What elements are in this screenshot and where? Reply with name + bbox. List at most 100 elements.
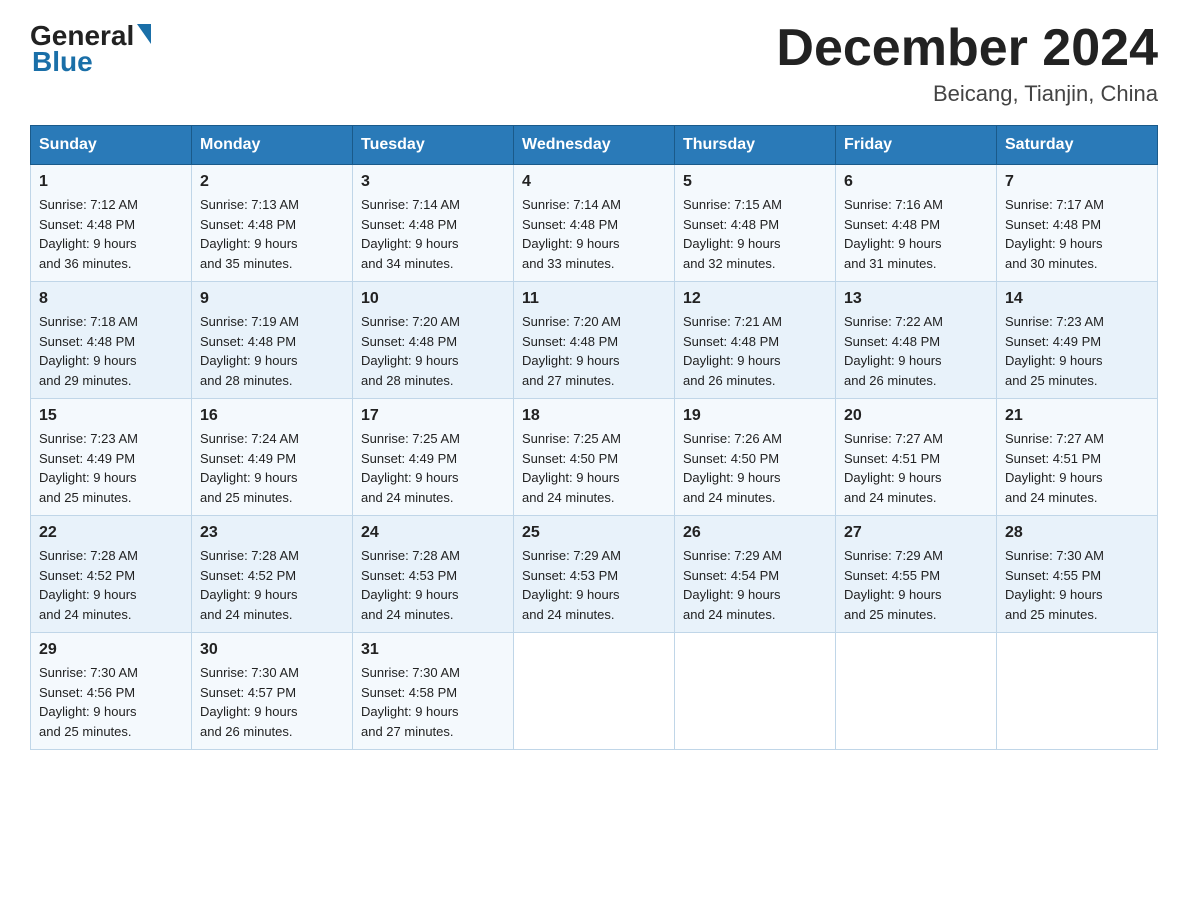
day-number: 7 <box>1005 173 1149 191</box>
day-number: 17 <box>361 407 505 425</box>
day-info: Sunrise: 7:27 AM Sunset: 4:51 PM Dayligh… <box>844 429 988 507</box>
day-cell: 29 Sunrise: 7:30 AM Sunset: 4:56 PM Dayl… <box>31 633 192 750</box>
calendar-table: SundayMondayTuesdayWednesdayThursdayFrid… <box>30 125 1158 750</box>
day-cell: 30 Sunrise: 7:30 AM Sunset: 4:57 PM Dayl… <box>192 633 353 750</box>
calendar-header: SundayMondayTuesdayWednesdayThursdayFrid… <box>31 126 1158 165</box>
day-info: Sunrise: 7:24 AM Sunset: 4:49 PM Dayligh… <box>200 429 344 507</box>
day-cell: 2 Sunrise: 7:13 AM Sunset: 4:48 PM Dayli… <box>192 165 353 282</box>
day-number: 6 <box>844 173 988 191</box>
day-cell <box>514 633 675 750</box>
day-info: Sunrise: 7:12 AM Sunset: 4:48 PM Dayligh… <box>39 195 183 273</box>
day-cell: 25 Sunrise: 7:29 AM Sunset: 4:53 PM Dayl… <box>514 516 675 633</box>
day-number: 14 <box>1005 290 1149 308</box>
day-cell <box>997 633 1158 750</box>
header-cell-sunday: Sunday <box>31 126 192 165</box>
day-number: 28 <box>1005 524 1149 542</box>
day-cell: 22 Sunrise: 7:28 AM Sunset: 4:52 PM Dayl… <box>31 516 192 633</box>
day-number: 4 <box>522 173 666 191</box>
day-number: 11 <box>522 290 666 308</box>
day-number: 27 <box>844 524 988 542</box>
day-cell: 15 Sunrise: 7:23 AM Sunset: 4:49 PM Dayl… <box>31 399 192 516</box>
day-info: Sunrise: 7:18 AM Sunset: 4:48 PM Dayligh… <box>39 312 183 390</box>
day-info: Sunrise: 7:25 AM Sunset: 4:49 PM Dayligh… <box>361 429 505 507</box>
day-info: Sunrise: 7:20 AM Sunset: 4:48 PM Dayligh… <box>361 312 505 390</box>
logo-blue-text: Blue <box>32 46 93 78</box>
day-cell: 24 Sunrise: 7:28 AM Sunset: 4:53 PM Dayl… <box>353 516 514 633</box>
week-row-5: 29 Sunrise: 7:30 AM Sunset: 4:56 PM Dayl… <box>31 633 1158 750</box>
day-cell: 27 Sunrise: 7:29 AM Sunset: 4:55 PM Dayl… <box>836 516 997 633</box>
day-cell: 1 Sunrise: 7:12 AM Sunset: 4:48 PM Dayli… <box>31 165 192 282</box>
day-info: Sunrise: 7:30 AM Sunset: 4:57 PM Dayligh… <box>200 663 344 741</box>
day-cell: 19 Sunrise: 7:26 AM Sunset: 4:50 PM Dayl… <box>675 399 836 516</box>
day-number: 2 <box>200 173 344 191</box>
day-number: 16 <box>200 407 344 425</box>
day-info: Sunrise: 7:28 AM Sunset: 4:52 PM Dayligh… <box>200 546 344 624</box>
day-number: 21 <box>1005 407 1149 425</box>
day-cell: 5 Sunrise: 7:15 AM Sunset: 4:48 PM Dayli… <box>675 165 836 282</box>
day-number: 10 <box>361 290 505 308</box>
logo: General Blue <box>30 20 151 78</box>
day-number: 5 <box>683 173 827 191</box>
header-cell-thursday: Thursday <box>675 126 836 165</box>
day-cell: 9 Sunrise: 7:19 AM Sunset: 4:48 PM Dayli… <box>192 282 353 399</box>
week-row-1: 1 Sunrise: 7:12 AM Sunset: 4:48 PM Dayli… <box>31 165 1158 282</box>
day-info: Sunrise: 7:23 AM Sunset: 4:49 PM Dayligh… <box>1005 312 1149 390</box>
day-cell: 14 Sunrise: 7:23 AM Sunset: 4:49 PM Dayl… <box>997 282 1158 399</box>
day-cell <box>675 633 836 750</box>
day-cell: 13 Sunrise: 7:22 AM Sunset: 4:48 PM Dayl… <box>836 282 997 399</box>
day-info: Sunrise: 7:30 AM Sunset: 4:56 PM Dayligh… <box>39 663 183 741</box>
month-title: December 2024 <box>776 20 1158 77</box>
day-cell: 23 Sunrise: 7:28 AM Sunset: 4:52 PM Dayl… <box>192 516 353 633</box>
week-row-2: 8 Sunrise: 7:18 AM Sunset: 4:48 PM Dayli… <box>31 282 1158 399</box>
day-number: 8 <box>39 290 183 308</box>
day-cell: 8 Sunrise: 7:18 AM Sunset: 4:48 PM Dayli… <box>31 282 192 399</box>
header-cell-monday: Monday <box>192 126 353 165</box>
day-cell: 17 Sunrise: 7:25 AM Sunset: 4:49 PM Dayl… <box>353 399 514 516</box>
day-info: Sunrise: 7:23 AM Sunset: 4:49 PM Dayligh… <box>39 429 183 507</box>
day-number: 19 <box>683 407 827 425</box>
day-info: Sunrise: 7:14 AM Sunset: 4:48 PM Dayligh… <box>361 195 505 273</box>
day-info: Sunrise: 7:29 AM Sunset: 4:54 PM Dayligh… <box>683 546 827 624</box>
day-info: Sunrise: 7:15 AM Sunset: 4:48 PM Dayligh… <box>683 195 827 273</box>
week-row-3: 15 Sunrise: 7:23 AM Sunset: 4:49 PM Dayl… <box>31 399 1158 516</box>
week-row-4: 22 Sunrise: 7:28 AM Sunset: 4:52 PM Dayl… <box>31 516 1158 633</box>
header-cell-wednesday: Wednesday <box>514 126 675 165</box>
day-number: 13 <box>844 290 988 308</box>
day-number: 25 <box>522 524 666 542</box>
day-cell: 20 Sunrise: 7:27 AM Sunset: 4:51 PM Dayl… <box>836 399 997 516</box>
day-number: 29 <box>39 641 183 659</box>
day-info: Sunrise: 7:13 AM Sunset: 4:48 PM Dayligh… <box>200 195 344 273</box>
header-cell-tuesday: Tuesday <box>353 126 514 165</box>
day-cell: 12 Sunrise: 7:21 AM Sunset: 4:48 PM Dayl… <box>675 282 836 399</box>
day-info: Sunrise: 7:28 AM Sunset: 4:52 PM Dayligh… <box>39 546 183 624</box>
day-info: Sunrise: 7:17 AM Sunset: 4:48 PM Dayligh… <box>1005 195 1149 273</box>
day-cell: 7 Sunrise: 7:17 AM Sunset: 4:48 PM Dayli… <box>997 165 1158 282</box>
day-info: Sunrise: 7:27 AM Sunset: 4:51 PM Dayligh… <box>1005 429 1149 507</box>
day-info: Sunrise: 7:26 AM Sunset: 4:50 PM Dayligh… <box>683 429 827 507</box>
logo-arrow-icon <box>137 24 151 44</box>
day-info: Sunrise: 7:30 AM Sunset: 4:58 PM Dayligh… <box>361 663 505 741</box>
day-info: Sunrise: 7:25 AM Sunset: 4:50 PM Dayligh… <box>522 429 666 507</box>
day-cell: 31 Sunrise: 7:30 AM Sunset: 4:58 PM Dayl… <box>353 633 514 750</box>
day-number: 20 <box>844 407 988 425</box>
day-info: Sunrise: 7:29 AM Sunset: 4:55 PM Dayligh… <box>844 546 988 624</box>
header-row: SundayMondayTuesdayWednesdayThursdayFrid… <box>31 126 1158 165</box>
day-cell: 6 Sunrise: 7:16 AM Sunset: 4:48 PM Dayli… <box>836 165 997 282</box>
day-info: Sunrise: 7:29 AM Sunset: 4:53 PM Dayligh… <box>522 546 666 624</box>
header-cell-friday: Friday <box>836 126 997 165</box>
day-info: Sunrise: 7:22 AM Sunset: 4:48 PM Dayligh… <box>844 312 988 390</box>
day-number: 9 <box>200 290 344 308</box>
day-number: 26 <box>683 524 827 542</box>
day-cell: 10 Sunrise: 7:20 AM Sunset: 4:48 PM Dayl… <box>353 282 514 399</box>
day-number: 30 <box>200 641 344 659</box>
day-number: 31 <box>361 641 505 659</box>
day-number: 18 <box>522 407 666 425</box>
calendar-body: 1 Sunrise: 7:12 AM Sunset: 4:48 PM Dayli… <box>31 165 1158 750</box>
day-info: Sunrise: 7:30 AM Sunset: 4:55 PM Dayligh… <box>1005 546 1149 624</box>
day-cell: 28 Sunrise: 7:30 AM Sunset: 4:55 PM Dayl… <box>997 516 1158 633</box>
day-info: Sunrise: 7:14 AM Sunset: 4:48 PM Dayligh… <box>522 195 666 273</box>
day-cell: 18 Sunrise: 7:25 AM Sunset: 4:50 PM Dayl… <box>514 399 675 516</box>
day-info: Sunrise: 7:20 AM Sunset: 4:48 PM Dayligh… <box>522 312 666 390</box>
day-info: Sunrise: 7:28 AM Sunset: 4:53 PM Dayligh… <box>361 546 505 624</box>
day-info: Sunrise: 7:21 AM Sunset: 4:48 PM Dayligh… <box>683 312 827 390</box>
